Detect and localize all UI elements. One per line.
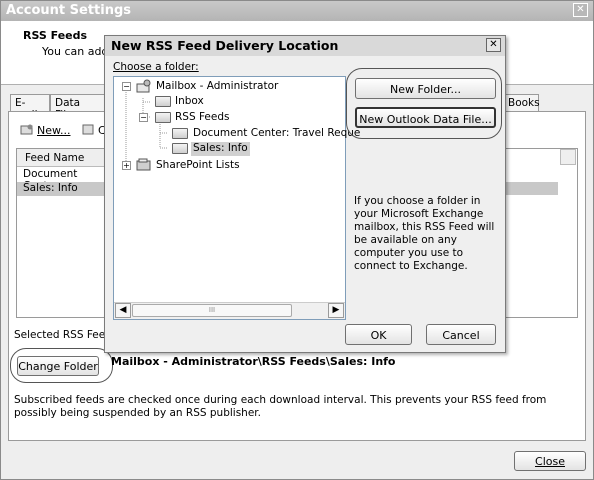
tree-item-mailbox[interactable]: Mailbox - Administrator: [156, 80, 278, 94]
new-feed-icon: [20, 124, 34, 136]
arrow-right-icon: ▶: [332, 305, 340, 315]
change-folder-label: Change Folder: [18, 360, 98, 373]
rss-feeds-collapse-toggle[interactable]: −: [139, 113, 148, 122]
change-feed-icon: [82, 124, 96, 136]
tab-email[interactable]: E-mail: [10, 94, 50, 121]
choose-folder-label: Choose a folder:: [113, 61, 199, 73]
scroll-right-button[interactable]: ▶: [328, 303, 344, 318]
tab-address-books[interactable]: Books: [503, 94, 540, 112]
sharepoint-icon: [136, 158, 152, 172]
new-folder-button[interactable]: New Folder...: [355, 78, 496, 99]
feed-name-column-header[interactable]: Feed Name: [17, 149, 112, 167]
close-label: Close: [535, 455, 565, 468]
inbox-folder-icon: [155, 96, 171, 107]
dialog-title: New RSS Feed Delivery Location: [105, 36, 505, 56]
tree-lines: [125, 92, 168, 166]
tree-item-inbox[interactable]: Inbox: [175, 95, 204, 109]
tree-item-rss-feeds[interactable]: RSS Feeds: [175, 111, 229, 125]
download-interval-note: Subscribed feeds are checked once during…: [14, 394, 547, 419]
new-outlook-data-file-button[interactable]: New Outlook Data File...: [355, 107, 496, 128]
tab-data-files[interactable]: Data Files: [50, 94, 105, 121]
window-title: Account Settings: [1, 1, 593, 21]
dialog-close-button[interactable]: ✕: [486, 38, 501, 52]
feed-row[interactable]: Document Center: [17, 168, 107, 192]
ok-button[interactable]: OK: [345, 324, 412, 345]
new-folder-label: New Folder...: [390, 83, 461, 96]
scroll-thumb[interactable]: III: [132, 304, 292, 317]
close-icon: ✕: [576, 4, 585, 15]
ok-label: OK: [370, 329, 387, 342]
scroll-left-button[interactable]: ◀: [115, 303, 131, 318]
close-button[interactable]: Close: [514, 451, 586, 471]
cancel-label: Cancel: [442, 329, 480, 342]
selected-folder-path: Mailbox - Administrator\RSS Feeds\Sales:…: [111, 355, 396, 368]
doc-center-folder-icon: [172, 128, 188, 139]
new-feed-button[interactable]: New...: [37, 124, 70, 137]
list-header-end: [560, 149, 576, 165]
rss-folder-icon: [155, 112, 171, 123]
mailbox-icon: [136, 79, 152, 93]
window-close-button[interactable]: ✕: [573, 3, 588, 17]
new-data-file-label: New Outlook Data File...: [359, 113, 492, 126]
selected-row-highlight: [500, 182, 558, 195]
sales-folder-icon: [172, 143, 188, 154]
header-title: RSS Feeds: [23, 29, 88, 42]
change-folder-button[interactable]: Change Folder: [17, 356, 99, 376]
arrow-left-icon: ◀: [119, 305, 127, 315]
selected-feed-label: Selected RSS Feed: [14, 329, 112, 341]
feed-row-selected[interactable]: Sales: Info: [17, 182, 107, 196]
tree-item-document-center[interactable]: Document Center: Travel Reque: [193, 127, 360, 141]
mailbox-collapse-toggle[interactable]: −: [122, 82, 131, 91]
tree-item-sharepoint-lists[interactable]: SharePoint Lists: [156, 159, 240, 173]
cancel-button[interactable]: Cancel: [426, 324, 496, 345]
sharepoint-expand-toggle[interactable]: +: [122, 161, 131, 170]
close-icon: ✕: [489, 39, 498, 50]
tree-item-sales-info-selected[interactable]: Sales: Info: [191, 142, 250, 156]
exchange-info-text: If you choose a folder in your Microsoft…: [354, 195, 495, 272]
